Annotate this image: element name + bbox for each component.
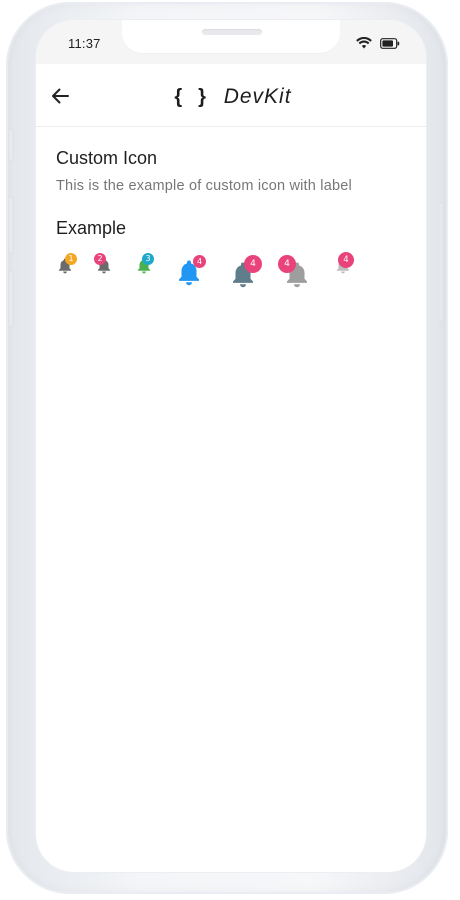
bell-badge-example-2[interactable]: 2 bbox=[94, 253, 113, 275]
app-bar: { } DevKit bbox=[36, 64, 426, 127]
mute-switch bbox=[8, 128, 14, 162]
status-time: 11:37 bbox=[68, 36, 101, 51]
wifi-icon bbox=[356, 36, 372, 54]
power-button bbox=[438, 202, 444, 322]
badge-count: 4 bbox=[193, 255, 206, 268]
badge-count: 4 bbox=[244, 255, 262, 273]
section-title: Custom Icon bbox=[56, 148, 158, 168]
badge-count: 2 bbox=[94, 253, 106, 265]
bell-badge-example-1[interactable]: 1 bbox=[56, 253, 77, 275]
brace-open: { bbox=[174, 86, 184, 108]
volume-down-button bbox=[8, 270, 14, 328]
example-title: Example bbox=[56, 218, 127, 238]
phone-screen: 11:37 {} DevKit Custom Icon This is the… bbox=[36, 20, 426, 872]
badge-count: 4 bbox=[338, 252, 354, 268]
volume-up-button bbox=[8, 196, 14, 254]
app-title: DevKit bbox=[223, 85, 292, 108]
badge-count: 1 bbox=[65, 253, 77, 265]
speaker-grille bbox=[202, 29, 262, 35]
battery-icon bbox=[380, 36, 400, 54]
status-bar: 11:37 bbox=[36, 20, 426, 64]
badge-count: 4 bbox=[278, 255, 296, 273]
bell-badge-example-4[interactable]: 4 bbox=[174, 255, 206, 290]
status-icons bbox=[356, 36, 400, 54]
section-description: This is the example of custom icon with … bbox=[56, 178, 352, 194]
bell-badge-example-6[interactable]: 4 bbox=[278, 255, 312, 292]
bell-badge-example-7[interactable]: 4 bbox=[334, 252, 354, 275]
icon-examples: 1 2 3 4 4 4 4 bbox=[56, 252, 406, 302]
bell-badge-example-3[interactable]: 3 bbox=[135, 253, 154, 275]
brace-close: } bbox=[198, 86, 207, 108]
bell-badge-example-5[interactable]: 4 bbox=[228, 255, 262, 292]
notch bbox=[122, 20, 340, 54]
app-logo: { } DevKit bbox=[36, 85, 426, 109]
badge-count: 3 bbox=[142, 253, 154, 265]
